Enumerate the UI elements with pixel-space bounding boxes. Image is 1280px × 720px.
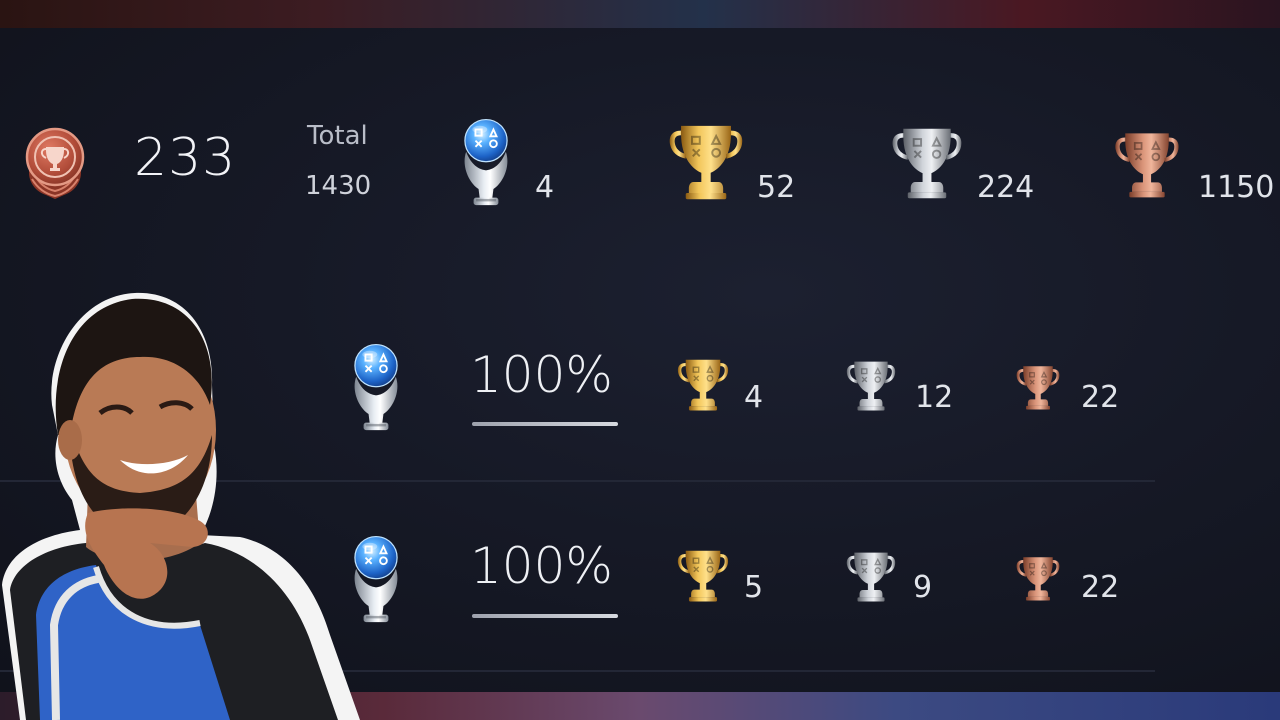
bronze-count: 22 <box>1081 380 1120 415</box>
completion-progress-bar <box>472 422 618 426</box>
summary-bronze-count: 1150 <box>1198 170 1275 205</box>
silver-count: 12 <box>915 380 954 415</box>
gold-count: 5 <box>744 570 764 605</box>
silver-count: 9 <box>913 570 933 605</box>
gold-trophy-icon <box>676 352 730 416</box>
background-strip-top <box>0 0 1280 28</box>
level-badge-icon <box>24 119 86 201</box>
total-value: 1430 <box>305 171 372 201</box>
completion-percent: 100% <box>470 537 613 595</box>
total-label: Total <box>307 121 368 151</box>
trophy-level: 233 <box>134 128 237 188</box>
gold-trophy-icon <box>676 543 730 607</box>
completion-percent: 100% <box>470 346 613 404</box>
completion-progress-bar <box>472 614 618 618</box>
silver-trophy-icon <box>890 116 964 208</box>
bronze-count: 22 <box>1081 570 1120 605</box>
streamer-photo <box>2 292 360 720</box>
summary-gold-count: 52 <box>757 170 796 205</box>
bronze-trophy-icon <box>1015 549 1061 607</box>
platinum-trophy-icon <box>455 108 517 208</box>
bronze-trophy-icon <box>1113 120 1181 208</box>
gold-trophy-icon <box>667 114 745 208</box>
bronze-trophy-icon <box>1015 358 1061 416</box>
silver-trophy-icon <box>845 545 897 607</box>
silver-trophy-icon <box>845 354 897 416</box>
gold-count: 4 <box>744 380 764 415</box>
summary-platinum-count: 4 <box>535 170 555 205</box>
summary-silver-count: 224 <box>977 170 1035 205</box>
